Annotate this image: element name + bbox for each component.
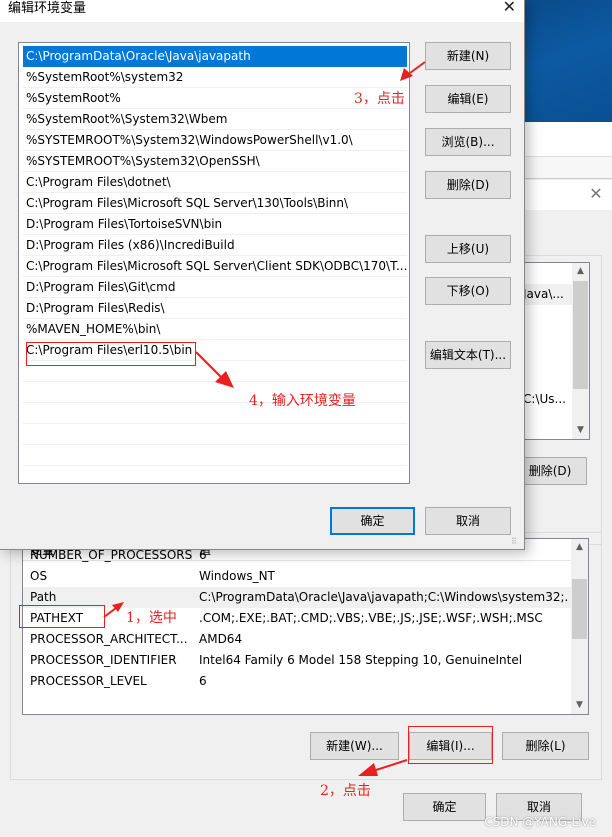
ok-button[interactable]: 确定 xyxy=(330,507,415,535)
dialog-title: 编辑环境变量 xyxy=(8,1,87,16)
variable-name: PROCESSOR_ARCHITECT... xyxy=(30,632,188,646)
table-row[interactable]: PROCESSOR_ARCHITECT... AMD64 xyxy=(23,629,572,650)
path-entry[interactable]: D:\Program Files (x86)\IncrediBuild xyxy=(23,235,407,256)
table-row[interactable]: OS Windows_NT xyxy=(23,566,572,587)
edit-text-button[interactable]: 编辑文本(T)... xyxy=(425,341,511,369)
table-row[interactable]: PROCESSOR_IDENTIFIER Intel64 Family 6 Mo… xyxy=(23,650,572,671)
system-delete-button[interactable]: 删除(L) xyxy=(502,732,589,760)
path-entry-selected[interactable]: C:\ProgramData\Oracle\Java\javapath xyxy=(23,46,407,67)
browse-button[interactable]: 浏览(B)... xyxy=(425,128,511,156)
delete-button[interactable]: 删除(D) xyxy=(425,171,511,199)
path-entries-list[interactable]: C:\ProgramData\Oracle\Java\javapath %Syst… xyxy=(18,42,410,487)
path-entry[interactable] xyxy=(23,466,407,487)
scrollbar-thumb[interactable] xyxy=(572,579,587,639)
background-window-strip xyxy=(525,122,612,157)
variable-value: C:\ProgramData\Oracle\Java\javapath;C:\W… xyxy=(199,590,569,604)
system-list-scrollbar[interactable]: ▲ ▼ xyxy=(571,539,588,714)
path-entry[interactable]: %SystemRoot%\system32 xyxy=(23,67,407,88)
variable-value: Windows_NT xyxy=(199,569,275,583)
annotation-box-edit-button xyxy=(408,726,493,764)
move-down-button[interactable]: 下移(O) xyxy=(425,277,511,305)
path-entry[interactable] xyxy=(23,424,407,445)
path-entry[interactable]: D:\Program Files\TortoiseSVN\bin xyxy=(23,214,407,235)
table-row[interactable]: PATHEXT .COM;.EXE;.BAT;.CMD;.VBS;.VBE;.J… xyxy=(23,608,572,629)
cancel-button[interactable]: 取消 xyxy=(425,507,511,535)
variable-value: 6 xyxy=(199,674,207,688)
variable-value: .COM;.EXE;.BAT;.CMD;.VBS;.VBE;.JS;.JSE;.… xyxy=(199,611,543,625)
annotation-step1: 1，选中 xyxy=(126,610,177,626)
move-up-button[interactable]: 上移(U) xyxy=(425,235,511,263)
path-entry[interactable]: %SYSTEMROOT%\System32\OpenSSH\ xyxy=(23,151,407,172)
edit-environment-variable-dialog: 编辑环境变量 ✕ C:\ProgramData\Oracle\Java\java… xyxy=(0,0,525,550)
new-button[interactable]: 新建(N) xyxy=(425,42,511,70)
variable-name: PROCESSOR_LEVEL xyxy=(30,674,147,688)
table-row-selected[interactable]: Path C:\ProgramData\Oracle\Java\javapath… xyxy=(23,587,572,608)
system-variables-list[interactable]: 变量 值 NUMBER_OF_PROCESSORS 6 OS Windows_N… xyxy=(22,538,589,715)
resize-grip-icon[interactable]: ⠿ xyxy=(511,537,521,547)
chevron-up-icon[interactable]: ▲ xyxy=(572,263,589,280)
path-entry[interactable]: %SystemRoot% xyxy=(23,88,407,109)
chevron-down-icon[interactable]: ▼ xyxy=(572,422,589,439)
path-entry[interactable]: D:\Program Files\Git\cmd xyxy=(23,277,407,298)
variable-name: OS xyxy=(30,569,48,583)
path-entry[interactable] xyxy=(23,445,407,466)
path-entry[interactable]: C:\Program Files\dotnet\ xyxy=(23,172,407,193)
desktop-background xyxy=(525,0,612,122)
scrollbar-thumb[interactable] xyxy=(573,281,588,389)
path-entry[interactable]: C:\Program Files\Microsoft SQL Server\Cl… xyxy=(23,256,407,277)
chevron-down-icon[interactable]: ▼ xyxy=(571,697,588,714)
system-new-button[interactable]: 新建(W)... xyxy=(310,732,399,760)
annotation-step3: 3，点击 xyxy=(354,91,405,107)
table-row[interactable]: PROCESSOR_LEVEL 6 xyxy=(23,671,572,692)
env-ok-button[interactable]: 确定 xyxy=(403,793,486,821)
close-icon[interactable]: ✕ xyxy=(588,186,604,202)
variable-value: AMD64 xyxy=(199,632,243,646)
edit-dialog-titlebar: 编辑环境变量 ✕ xyxy=(0,0,524,22)
path-entry[interactable]: %SYSTEMROOT%\System32\WindowsPowerShell\… xyxy=(23,130,407,151)
path-entry[interactable]: C:\Program Files\Microsoft SQL Server\13… xyxy=(23,193,407,214)
variable-name: PROCESSOR_IDENTIFIER xyxy=(30,653,177,667)
close-icon[interactable]: ✕ xyxy=(503,0,516,16)
path-entry[interactable]: D:\Program Files\Redis\ xyxy=(23,298,407,319)
annotation-step2: 2，点击 xyxy=(320,783,371,799)
chevron-up-icon[interactable]: ▲ xyxy=(571,539,588,556)
watermark: CSDN @YANG-Live xyxy=(484,815,596,829)
user-list-scrollbar[interactable]: ▲ ▼ xyxy=(572,263,589,439)
annotation-box-new-path xyxy=(26,342,196,366)
annotation-step4: 4，输入环境变量 xyxy=(249,393,356,409)
background-window-strip xyxy=(525,157,612,179)
variable-value: Intel64 Family 6 Model 158 Stepping 10, … xyxy=(199,653,523,667)
path-entry[interactable]: %SystemRoot%\System32\Wbem xyxy=(23,109,407,130)
path-entry[interactable]: %MAVEN_HOME%\bin\ xyxy=(23,319,407,340)
annotation-box-path-row xyxy=(19,605,105,628)
edit-button[interactable]: 编辑(E) xyxy=(425,85,511,113)
